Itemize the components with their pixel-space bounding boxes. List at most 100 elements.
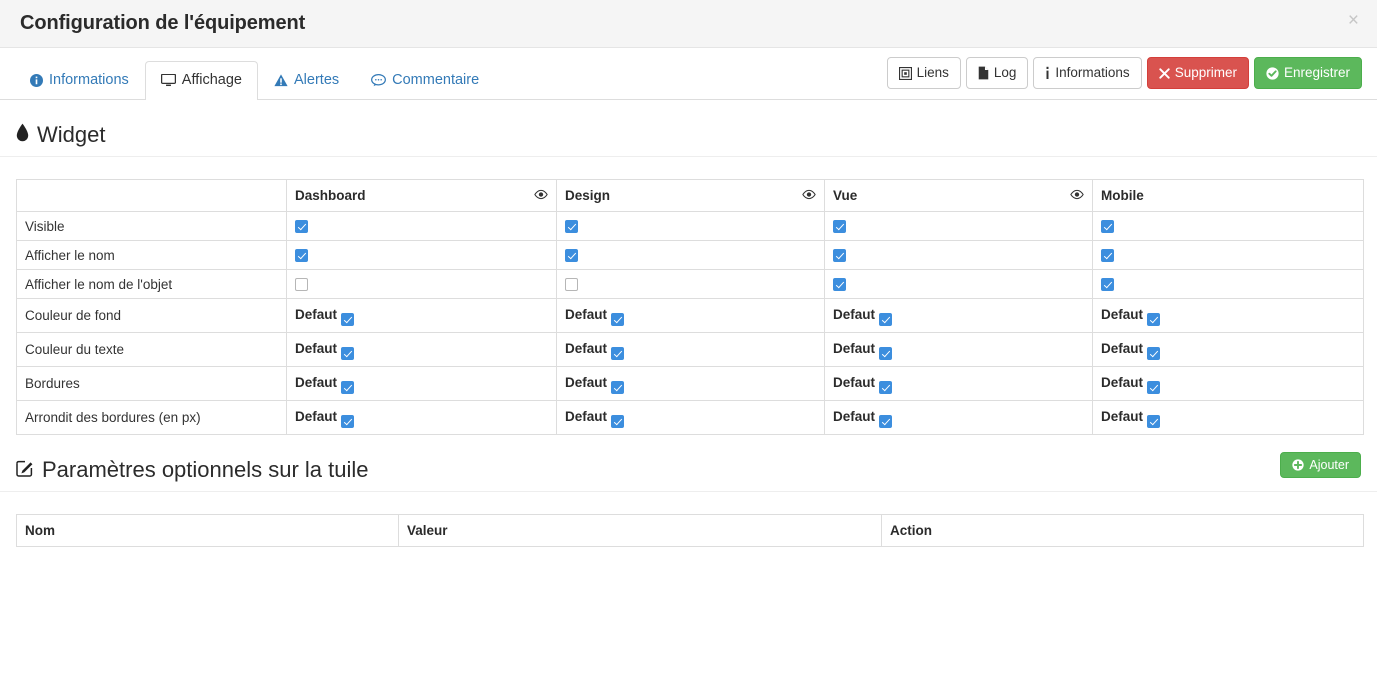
table-cell: Defaut <box>1092 298 1364 333</box>
checkbox[interactable] <box>833 249 846 263</box>
checkbox[interactable] <box>295 220 308 234</box>
checkbox[interactable] <box>1147 346 1161 360</box>
checkbox[interactable] <box>341 380 355 394</box>
default-value-label: Defaut <box>295 409 338 425</box>
checkbox[interactable] <box>341 312 355 326</box>
section-title: Widget <box>37 122 106 147</box>
checkbox[interactable] <box>1147 380 1161 394</box>
checkbox[interactable] <box>879 346 893 360</box>
checkbox[interactable] <box>295 249 308 263</box>
default-value-label: Defaut <box>833 375 876 391</box>
table-header-row: Dashboard Design Vue Mobile <box>16 179 1364 212</box>
column-header-label: Vue <box>833 188 858 203</box>
supprimer-button[interactable]: Supprimer <box>1146 57 1249 89</box>
column-header-label: Mobile <box>1101 188 1144 203</box>
informations-button[interactable]: Informations <box>1033 57 1142 89</box>
checkbox[interactable] <box>1147 312 1161 326</box>
checkbox[interactable] <box>565 220 578 234</box>
tab-alertes[interactable]: Alertes <box>258 61 355 100</box>
tab-affichage[interactable]: Affichage <box>144 61 258 100</box>
table-cell <box>1092 240 1364 270</box>
checkbox[interactable] <box>565 249 578 263</box>
checkbox[interactable] <box>833 220 846 234</box>
enregistrer-button[interactable]: Enregistrer <box>1253 57 1362 89</box>
column-header-design: Design <box>556 179 825 212</box>
row-label: Couleur de fond <box>16 298 287 333</box>
checkbox[interactable] <box>1147 414 1161 428</box>
column-header-valeur: Valeur <box>398 514 882 547</box>
tab-bar: Informations Affichage Alertes Commentai… <box>0 48 1377 100</box>
tab-commentaire[interactable]: Commentaire <box>355 61 495 100</box>
column-header-mobile: Mobile <box>1092 179 1364 212</box>
checkbox[interactable] <box>833 278 846 292</box>
close-icon[interactable]: × <box>1344 9 1363 32</box>
table-row: Bordures Defaut Defaut Defaut Defaut <box>16 366 1364 401</box>
table-cell: Defaut <box>286 298 557 333</box>
checkbox[interactable] <box>1101 220 1114 234</box>
default-value-label: Defaut <box>833 341 876 357</box>
eye-icon[interactable] <box>1070 188 1084 203</box>
checkbox[interactable] <box>565 278 578 292</box>
default-value-label: Defaut <box>295 375 338 391</box>
checkbox[interactable] <box>611 380 625 394</box>
ajouter-button[interactable]: Ajouter <box>1280 451 1361 479</box>
table-cell <box>556 211 825 241</box>
checkbox[interactable] <box>611 346 625 360</box>
tab-label: Alertes <box>294 72 340 89</box>
widget-table-head: Dashboard Design Vue Mobile <box>16 179 1364 212</box>
default-value-label: Defaut <box>833 307 876 323</box>
warning-triangle-icon <box>274 74 288 87</box>
button-label: Supprimer <box>1174 65 1237 81</box>
checkbox[interactable] <box>1101 278 1114 292</box>
liens-button[interactable]: Liens <box>886 57 961 89</box>
checkbox[interactable] <box>1101 249 1114 263</box>
tab-label: Affichage <box>181 72 242 89</box>
button-label: Enregistrer <box>1283 65 1350 81</box>
checkbox[interactable] <box>611 312 625 326</box>
checkbox[interactable] <box>879 312 893 326</box>
table-cell: Defaut <box>1092 332 1364 367</box>
table-row: Couleur de fond Defaut Defaut Defaut Defaut <box>16 298 1364 333</box>
tile-table-wrap: Nom Valeur Action <box>0 514 1377 547</box>
check-circle-icon <box>1266 66 1279 80</box>
eye-icon[interactable] <box>802 188 816 203</box>
tile-section-heading: Paramètres optionnels sur la tuile Ajout… <box>0 451 1377 492</box>
table-cell <box>286 269 557 299</box>
column-header-blank <box>16 179 287 212</box>
checkbox[interactable] <box>879 414 893 428</box>
checkbox[interactable] <box>295 278 308 292</box>
tab-label: Informations <box>49 72 129 89</box>
table-cell: Defaut <box>556 366 825 401</box>
column-header-vue: Vue <box>824 179 1093 212</box>
checkbox[interactable] <box>879 380 893 394</box>
info-icon <box>1045 66 1050 80</box>
checkbox[interactable] <box>611 414 625 428</box>
row-label: Arrondit des bordures (en px) <box>16 400 287 435</box>
tab-informations[interactable]: Informations <box>14 61 145 100</box>
table-cell <box>556 269 825 299</box>
eye-icon[interactable] <box>534 188 548 203</box>
column-header-label: Dashboard <box>295 188 366 203</box>
default-value-label: Defaut <box>1101 375 1144 391</box>
default-value-label: Defaut <box>1101 409 1144 425</box>
row-label: Visible <box>16 211 287 241</box>
table-cell: Defaut <box>556 400 825 435</box>
row-label: Couleur du texte <box>16 332 287 367</box>
table-cell: Defaut <box>824 298 1093 333</box>
table-cell: Defaut <box>286 332 557 367</box>
widget-table: Dashboard Design Vue Mobile Visible Afficher… <box>16 179 1364 435</box>
row-label: Afficher le nom de l'objet <box>16 269 287 299</box>
default-value-label: Defaut <box>295 307 338 323</box>
tint-droplet-icon <box>16 122 29 148</box>
table-cell: Defaut <box>556 332 825 367</box>
checkbox[interactable] <box>341 346 355 360</box>
button-label: Liens <box>916 65 949 81</box>
edit-pencil-icon <box>16 457 34 483</box>
row-label: Afficher le nom <box>16 240 287 270</box>
default-value-label: Defaut <box>1101 341 1144 357</box>
log-button[interactable]: Log <box>965 57 1029 89</box>
default-value-label: Defaut <box>565 307 608 323</box>
table-cell <box>1092 211 1364 241</box>
checkbox[interactable] <box>341 414 355 428</box>
comment-icon <box>371 74 387 87</box>
